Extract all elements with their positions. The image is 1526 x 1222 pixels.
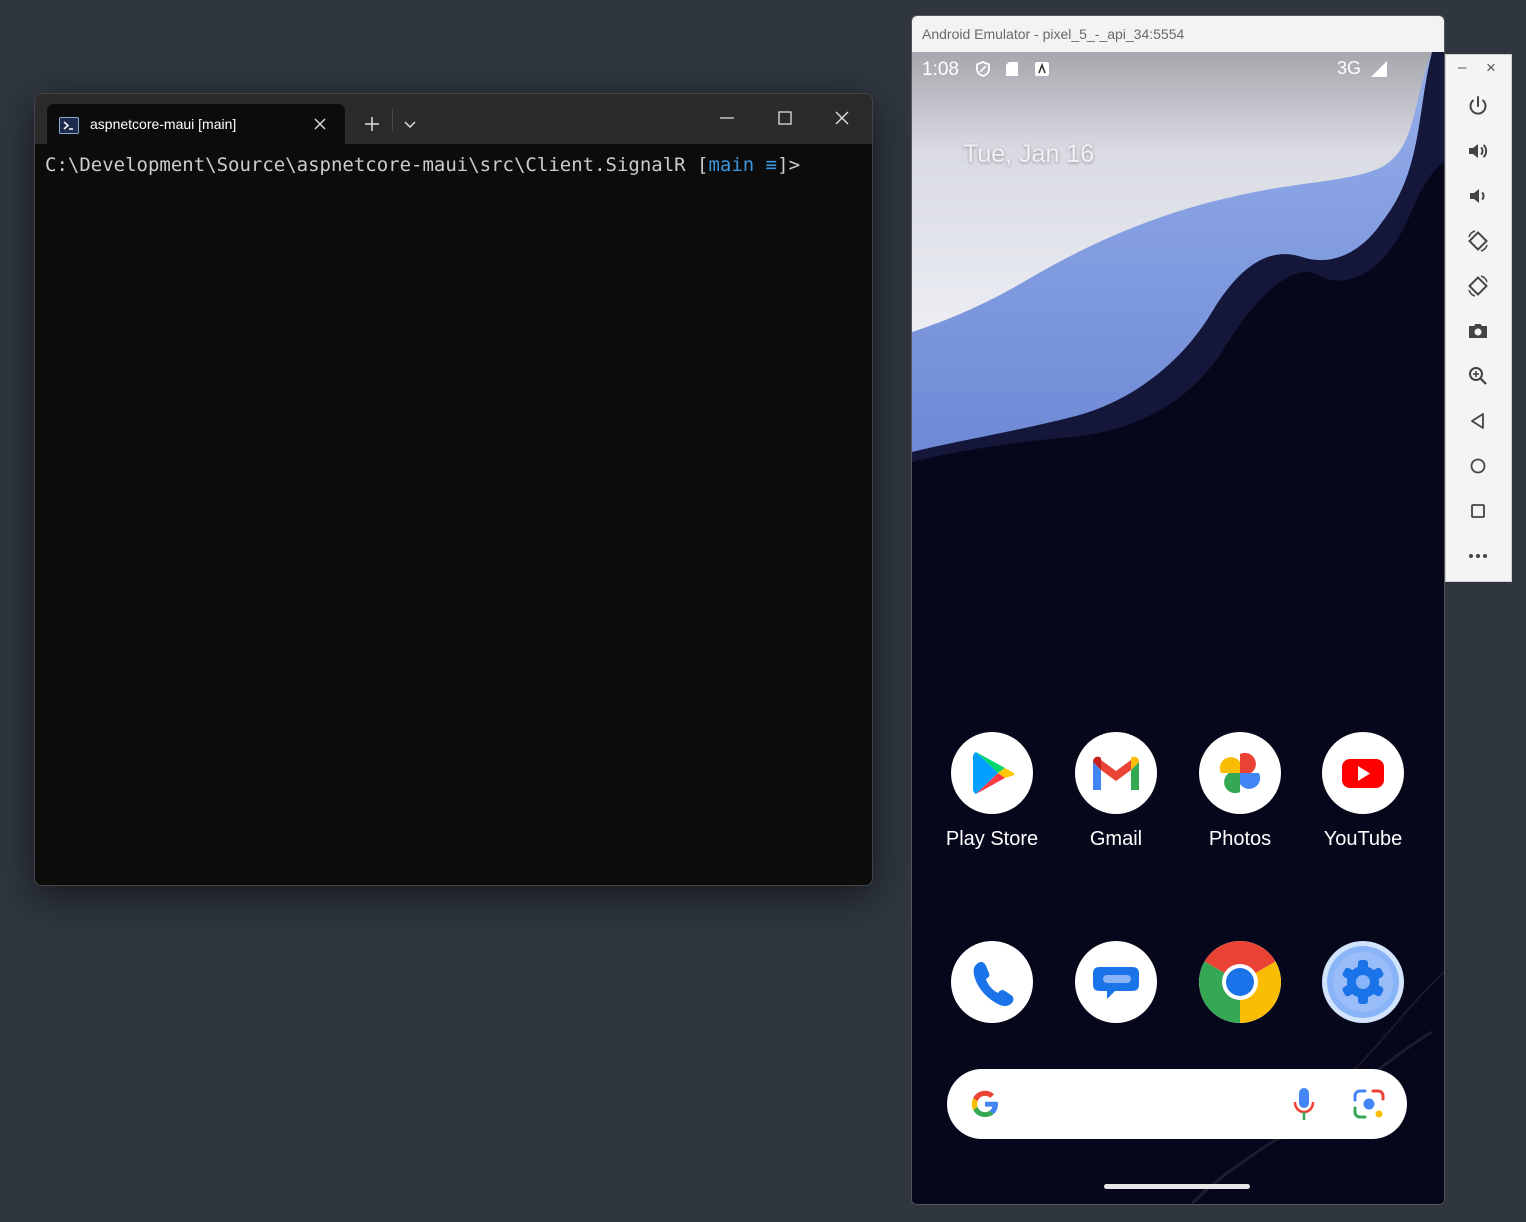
gesture-nav-pill[interactable] xyxy=(1104,1184,1250,1189)
minimize-button[interactable] xyxy=(717,108,737,128)
app-phone[interactable] xyxy=(930,941,1054,1071)
maximize-button[interactable] xyxy=(775,108,795,128)
overview-icon[interactable] xyxy=(1466,499,1490,523)
google-search-bar[interactable] xyxy=(947,1069,1407,1139)
more-icon[interactable] xyxy=(1466,544,1490,568)
app-chrome[interactable] xyxy=(1178,941,1302,1071)
prompt-branch: main ≡ xyxy=(708,154,778,176)
phone-screen[interactable]: 1:08 3G Tue, Jan 16 Play Store Gmail Pho… xyxy=(912,52,1444,1204)
play-store-icon xyxy=(951,732,1033,814)
chrome-icon xyxy=(1199,941,1281,1023)
app-photos[interactable]: Photos xyxy=(1178,732,1302,862)
back-icon[interactable] xyxy=(1466,409,1490,433)
toolbar-minimize-button[interactable]: – xyxy=(1458,59,1466,76)
notification-a-icon xyxy=(1035,62,1049,76)
emulator-titlebar: Android Emulator - pixel_5_-_api_34:5554 xyxy=(912,16,1444,52)
app-youtube[interactable]: YouTube xyxy=(1301,732,1425,862)
volume-down-icon[interactable] xyxy=(1466,184,1490,208)
emulator-window[interactable]: Android Emulator - pixel_5_-_api_34:5554 xyxy=(911,15,1445,1205)
terminal-window[interactable]: aspnetcore-maui [main] C:\Development\So… xyxy=(34,93,873,886)
microphone-icon[interactable] xyxy=(1290,1086,1318,1124)
emulator-title: Android Emulator - pixel_5_-_api_34:5554 xyxy=(922,26,1185,42)
app-label: Photos xyxy=(1208,828,1272,850)
rotate-left-icon[interactable] xyxy=(1466,229,1490,253)
volume-up-icon[interactable] xyxy=(1466,139,1490,163)
rotate-right-icon[interactable] xyxy=(1466,274,1490,298)
sd-card-icon xyxy=(1006,62,1018,76)
youtube-icon xyxy=(1322,732,1404,814)
app-settings[interactable] xyxy=(1301,941,1425,1071)
shield-icon xyxy=(976,61,990,77)
terminal-prompt[interactable]: C:\Development\Source\aspnetcore-maui\sr… xyxy=(45,154,800,176)
gmail-icon xyxy=(1075,732,1157,814)
toolbar-close-button[interactable]: × xyxy=(1486,58,1496,78)
app-label: Play Store xyxy=(945,828,1039,850)
home-icon[interactable] xyxy=(1466,454,1490,478)
prompt-close: ]> xyxy=(777,154,801,176)
app-play-store[interactable]: Play Store xyxy=(930,732,1054,862)
emulator-toolbar: – × xyxy=(1445,54,1512,582)
app-gmail[interactable]: Gmail xyxy=(1054,732,1178,862)
photos-icon xyxy=(1199,732,1281,814)
prompt-open: [ xyxy=(685,154,709,176)
settings-icon xyxy=(1322,941,1404,1023)
status-time: 1:08 xyxy=(922,59,959,80)
terminal-tab[interactable]: aspnetcore-maui [main] xyxy=(47,104,345,144)
date-widget[interactable]: Tue, Jan 16 xyxy=(963,140,1094,169)
tab-separator xyxy=(392,109,393,131)
google-g-icon xyxy=(971,1090,998,1117)
app-label: YouTube xyxy=(1323,828,1403,850)
app-label: Gmail xyxy=(1089,828,1143,850)
power-icon[interactable] xyxy=(1466,94,1490,118)
lens-icon[interactable] xyxy=(1351,1086,1387,1122)
tab-title: aspnetcore-maui [main] xyxy=(90,116,237,132)
new-tab-button[interactable] xyxy=(361,113,383,135)
messages-icon xyxy=(1075,941,1157,1023)
terminal-titlebar: aspnetcore-maui [main] xyxy=(35,94,872,144)
phone-icon xyxy=(951,941,1033,1023)
status-network: 3G xyxy=(1337,58,1362,78)
signal-icon xyxy=(1371,61,1387,77)
app-messages[interactable] xyxy=(1054,941,1178,1071)
chevron-down-icon[interactable] xyxy=(401,115,419,133)
prompt-path: C:\Development\Source\aspnetcore-maui\sr… xyxy=(45,154,686,176)
close-window-button[interactable] xyxy=(832,108,852,128)
camera-icon[interactable] xyxy=(1466,319,1490,343)
powershell-icon xyxy=(59,117,79,134)
zoom-icon[interactable] xyxy=(1466,364,1490,388)
close-tab-icon[interactable] xyxy=(311,115,329,133)
